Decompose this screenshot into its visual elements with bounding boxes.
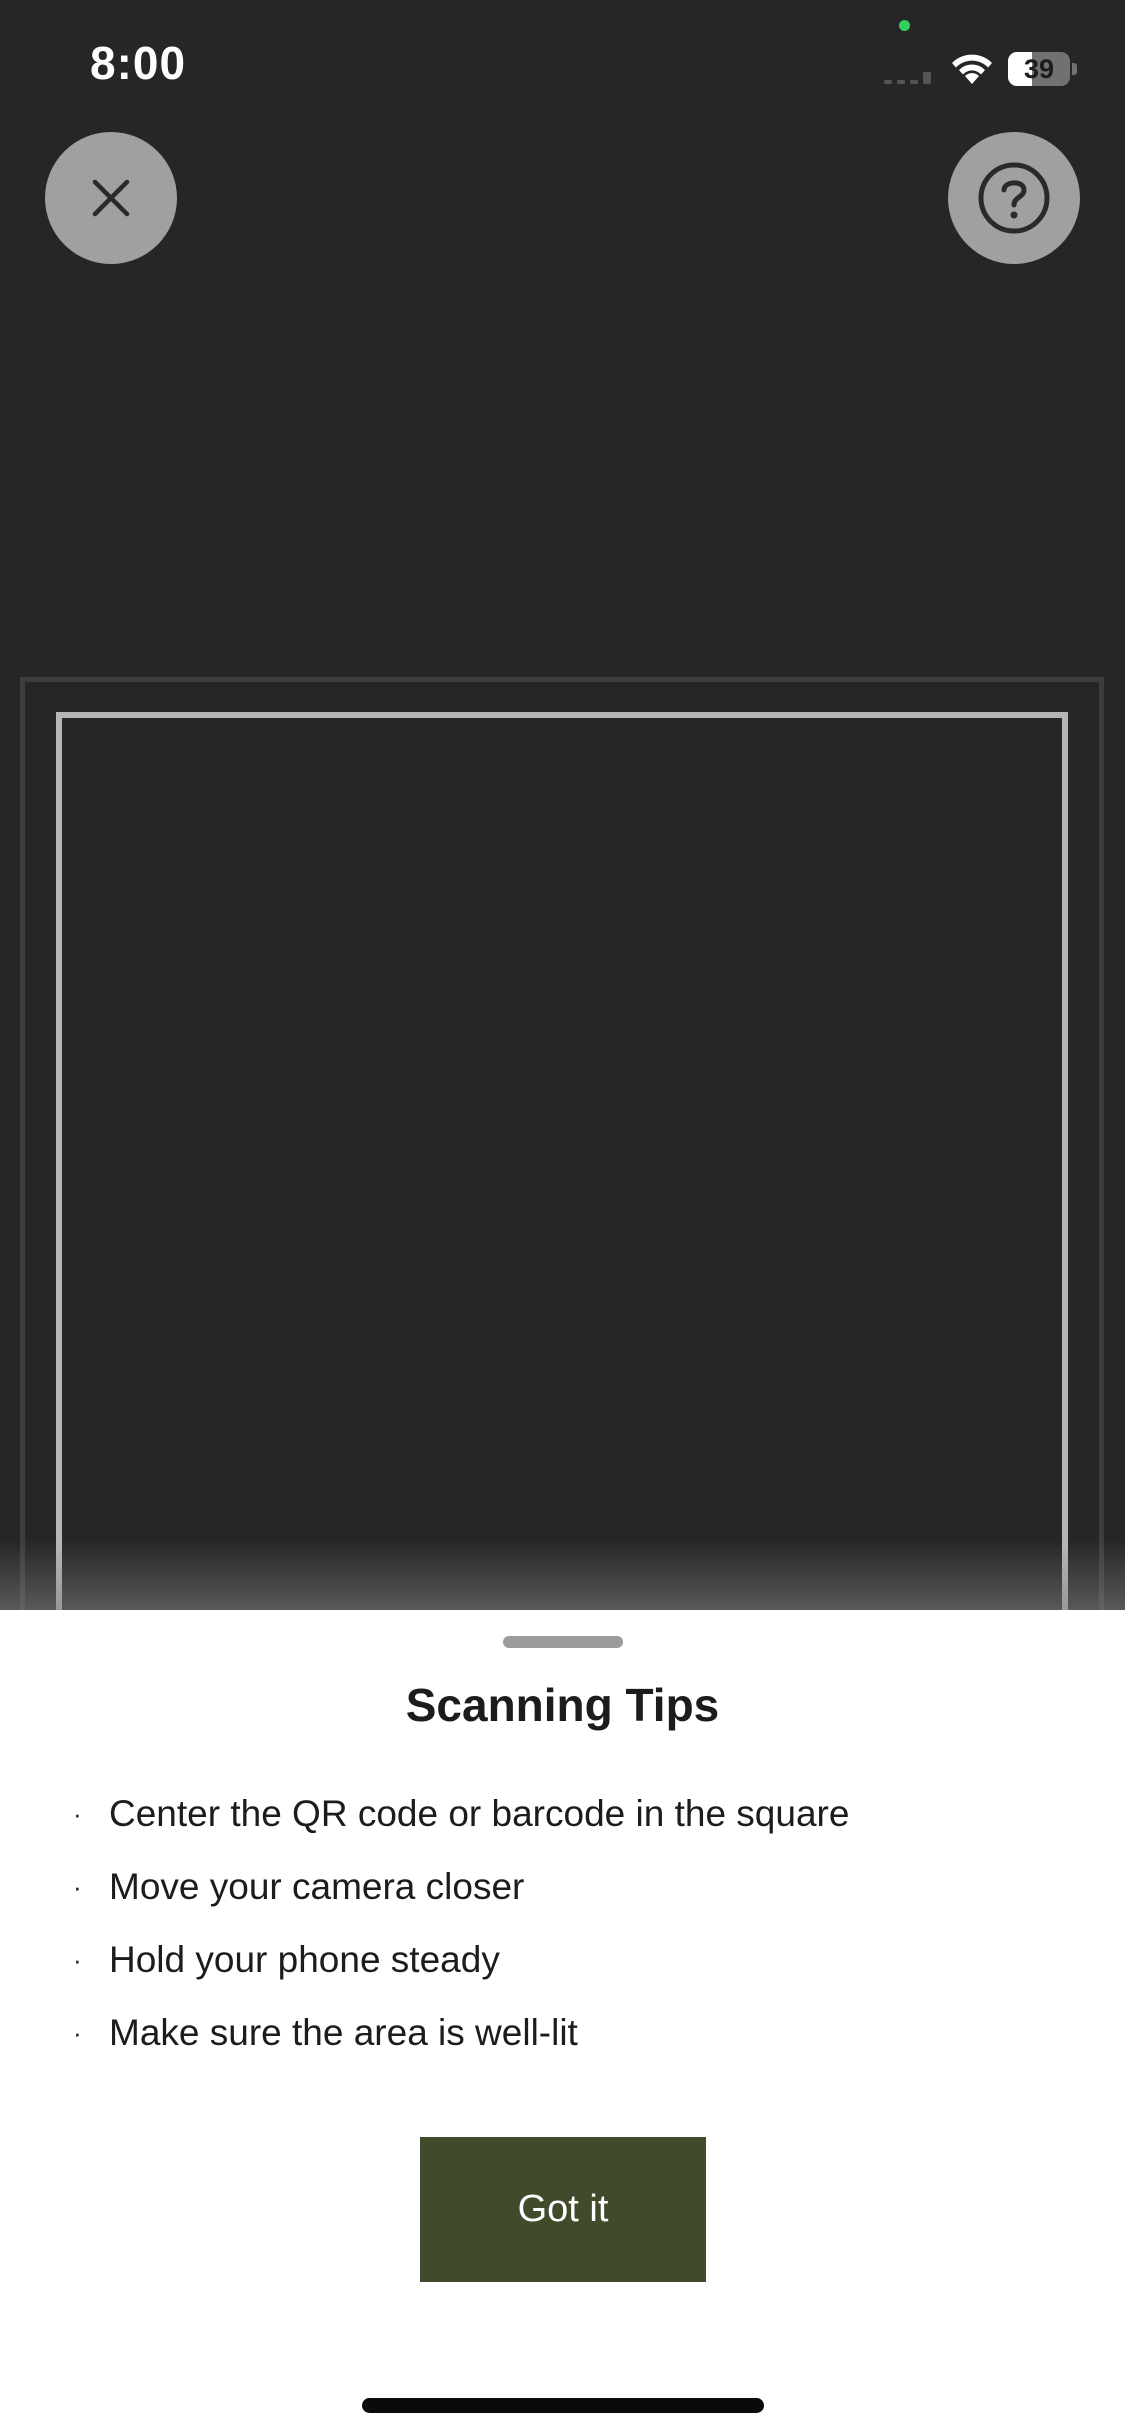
battery-icon: 39 (1008, 52, 1077, 86)
sheet-title: Scanning Tips (405, 1679, 720, 1731)
got-it-button[interactable]: Got it (420, 2137, 706, 2282)
sheet-shadow (0, 1540, 1125, 1610)
tip-text: Center the QR code or barcode in the squ… (109, 1793, 850, 1834)
bullet: · (73, 2018, 82, 2048)
close-button[interactable] (45, 132, 177, 264)
home-indicator (362, 2398, 764, 2413)
tip-text: Move your camera closer (109, 1866, 525, 1907)
tip-text: Make sure the area is well-lit (109, 2012, 578, 2053)
bullet: · (73, 1799, 82, 1829)
bullet: · (73, 1945, 82, 1975)
tip-item: · Hold your phone steady (0, 1939, 1125, 2012)
battery-level: 39 (1023, 54, 1055, 84)
help-icon (978, 162, 1050, 234)
sheet-grabber[interactable] (503, 1636, 623, 1648)
tips-list: · Center the QR code or barcode in the s… (0, 1793, 1125, 2085)
status-bar: 8:00 39 (0, 0, 1125, 140)
close-icon (92, 179, 130, 217)
status-time: 8:00 (90, 37, 187, 89)
signal-icon (884, 72, 931, 84)
camera-in-use-indicator (899, 20, 910, 31)
wifi-icon (952, 54, 992, 84)
help-button[interactable] (948, 132, 1080, 264)
bullet: · (73, 1872, 82, 1902)
tip-text: Hold your phone steady (109, 1939, 500, 1980)
tip-item: · Center the QR code or barcode in the s… (0, 1793, 1125, 1866)
scanning-tips-sheet: Scanning Tips · Center the QR code or ba… (0, 1610, 1125, 2436)
tip-item: · Move your camera closer (0, 1866, 1125, 1939)
tip-item: · Make sure the area is well-lit (0, 2012, 1125, 2085)
